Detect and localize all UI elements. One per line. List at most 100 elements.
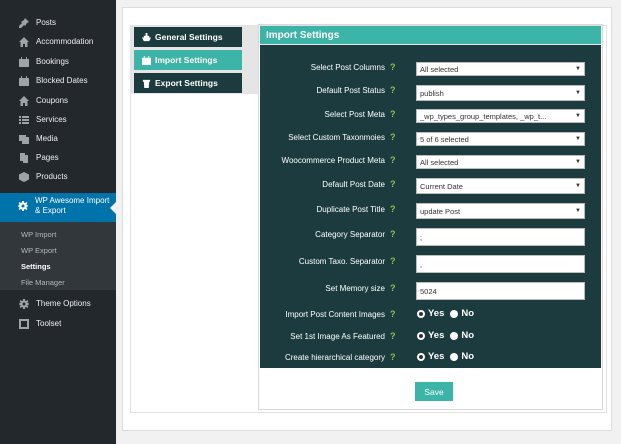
help-icon[interactable]: ? bbox=[390, 179, 396, 189]
sidebar-item-services[interactable]: Services bbox=[0, 110, 116, 129]
radio-checked-icon bbox=[417, 331, 425, 340]
help-icon[interactable]: ? bbox=[390, 204, 396, 214]
help-icon[interactable]: ? bbox=[390, 283, 396, 293]
help-icon[interactable]: ? bbox=[390, 331, 396, 341]
field-label: Create hierarchical category bbox=[284, 353, 385, 362]
radio-label: No bbox=[461, 308, 475, 319]
radio-no[interactable]: No bbox=[450, 351, 474, 362]
sidebar-item-label: Services bbox=[36, 115, 67, 124]
tab-general-settings[interactable]: General Settings bbox=[134, 27, 242, 47]
panel-title: Import Settings bbox=[260, 26, 601, 45]
radio-label: No bbox=[461, 330, 475, 341]
field-label: Select Post Columns bbox=[310, 63, 385, 72]
field-value: , bbox=[420, 259, 423, 269]
sidebar-item-media[interactable]: Media bbox=[0, 129, 116, 148]
custom-taxo-separator-input[interactable]: , bbox=[416, 255, 585, 273]
submenu-item-wp-import[interactable]: WP Import bbox=[21, 230, 56, 239]
field-value: 5024 bbox=[420, 286, 437, 296]
field-label: Select Post Meta bbox=[324, 110, 385, 119]
admin-sidebar: Posts Accommodation Bookings Blocked Dat… bbox=[0, 0, 116, 444]
chevron-down-icon: ▼ bbox=[575, 113, 581, 119]
field-value: publish bbox=[420, 88, 444, 98]
field-value: All selected bbox=[420, 157, 459, 167]
woocommerce-product-meta-select[interactable]: All selected ▼ bbox=[416, 155, 585, 169]
help-icon[interactable]: ? bbox=[390, 309, 396, 319]
field-label: Default Post Status bbox=[316, 86, 385, 95]
field-value: Current Date bbox=[420, 181, 463, 191]
sidebar-item-label: Accommodation bbox=[36, 37, 94, 46]
help-icon[interactable]: ? bbox=[390, 132, 396, 142]
default-post-date-select[interactable]: Current Date ▼ bbox=[416, 178, 585, 194]
default-post-status-select[interactable]: publish ▼ bbox=[416, 85, 585, 101]
chevron-down-icon: ▼ bbox=[575, 66, 581, 72]
gear-icon bbox=[18, 198, 30, 211]
chevron-down-icon: ▼ bbox=[575, 90, 581, 96]
help-icon[interactable]: ? bbox=[390, 62, 396, 72]
sidebar-item-accommodation[interactable]: Accommodation bbox=[0, 32, 116, 51]
chevron-down-icon: ▼ bbox=[575, 136, 581, 142]
field-label: Woocommerce Product Meta bbox=[281, 156, 385, 165]
help-icon[interactable]: ? bbox=[390, 352, 396, 362]
tab-label: Export Settings bbox=[155, 78, 218, 88]
media-icon bbox=[18, 133, 30, 145]
home-icon bbox=[18, 95, 30, 107]
sidebar-item-products[interactable]: Products bbox=[0, 167, 116, 186]
tab-export-settings[interactable]: Export Settings bbox=[134, 73, 242, 93]
submenu-item-wp-export[interactable]: WP Export bbox=[21, 246, 57, 255]
radio-no[interactable]: No bbox=[450, 330, 474, 341]
sidebar-item-blocked-dates[interactable]: Blocked Dates bbox=[0, 71, 116, 90]
set-featured-image-radio-group: Yes No bbox=[417, 330, 480, 341]
help-icon[interactable]: ? bbox=[390, 85, 396, 95]
chevron-down-icon: ▼ bbox=[575, 183, 581, 189]
radio-checked-icon bbox=[417, 309, 425, 318]
pin-icon bbox=[18, 17, 30, 29]
sidebar-item-label: Pages bbox=[36, 153, 59, 162]
sidebar-item-label: Bookings bbox=[36, 57, 69, 66]
sidebar-item-label: Toolset bbox=[36, 319, 62, 328]
select-post-columns[interactable]: All selected ▼ bbox=[416, 62, 585, 76]
sidebar-item-label: Theme Options bbox=[36, 299, 91, 308]
sidebar-item-label: Posts bbox=[36, 18, 57, 27]
radio-no[interactable]: No bbox=[450, 308, 474, 319]
help-icon[interactable]: ? bbox=[390, 256, 396, 266]
radio-yes[interactable]: Yes bbox=[417, 308, 444, 319]
field-value: ; bbox=[420, 232, 423, 242]
radio-label: Yes bbox=[428, 308, 445, 319]
calendar-icon bbox=[18, 75, 30, 87]
help-icon[interactable]: ? bbox=[390, 109, 396, 119]
memory-size-input[interactable]: 5024 bbox=[416, 282, 585, 300]
help-icon[interactable]: ? bbox=[390, 229, 396, 239]
category-separator-input[interactable]: ; bbox=[416, 228, 585, 246]
sidebar-item-toolset[interactable]: Toolset bbox=[0, 314, 116, 333]
chevron-down-icon: ▼ bbox=[575, 159, 581, 165]
sidebar-item-coupons[interactable]: Coupons bbox=[0, 91, 116, 110]
radio-label: No bbox=[461, 351, 475, 362]
pages-icon bbox=[18, 152, 30, 164]
submenu-item-file-manager[interactable]: File Manager bbox=[21, 278, 65, 287]
save-button[interactable]: Save bbox=[415, 382, 453, 401]
select-custom-taxonomies[interactable]: 5 of 6 selected ▼ bbox=[416, 132, 585, 146]
field-label: Import Post Content Images bbox=[285, 310, 385, 319]
sidebar-item-label: Products bbox=[36, 172, 68, 181]
home-icon bbox=[18, 36, 30, 48]
radio-unchecked-icon bbox=[450, 352, 459, 361]
submenu-item-settings[interactable]: Settings bbox=[21, 262, 51, 271]
select-post-meta[interactable]: _wp_types_group_templates, _wp_t... ▼ bbox=[416, 109, 585, 123]
sidebar-item-bookings[interactable]: Bookings bbox=[0, 52, 116, 71]
duplicate-post-title-select[interactable]: update Post ▼ bbox=[416, 203, 585, 219]
field-value: _wp_types_group_templates, _wp_t... bbox=[420, 111, 547, 121]
gear-icon bbox=[18, 298, 30, 310]
help-icon[interactable]: ? bbox=[390, 155, 396, 165]
field-label: Set Memory size bbox=[325, 284, 385, 293]
field-label: Custom Taxo. Separator bbox=[298, 257, 385, 266]
calendar-icon bbox=[142, 55, 152, 65]
sidebar-item-pages[interactable]: Pages bbox=[0, 148, 116, 167]
sidebar-item-wp-awesome-import-export[interactable]: WP Awesome Import & Export bbox=[0, 193, 116, 222]
sidebar-item-posts[interactable]: Posts bbox=[0, 13, 116, 32]
radio-yes[interactable]: Yes bbox=[417, 351, 444, 362]
tab-import-settings[interactable]: Import Settings bbox=[134, 50, 242, 70]
sidebar-item-theme-options[interactable]: Theme Options bbox=[0, 294, 116, 313]
radio-yes[interactable]: Yes bbox=[417, 330, 444, 341]
field-label: Set 1st Image As Featured bbox=[290, 332, 385, 341]
field-value: 5 of 6 selected bbox=[420, 134, 469, 144]
